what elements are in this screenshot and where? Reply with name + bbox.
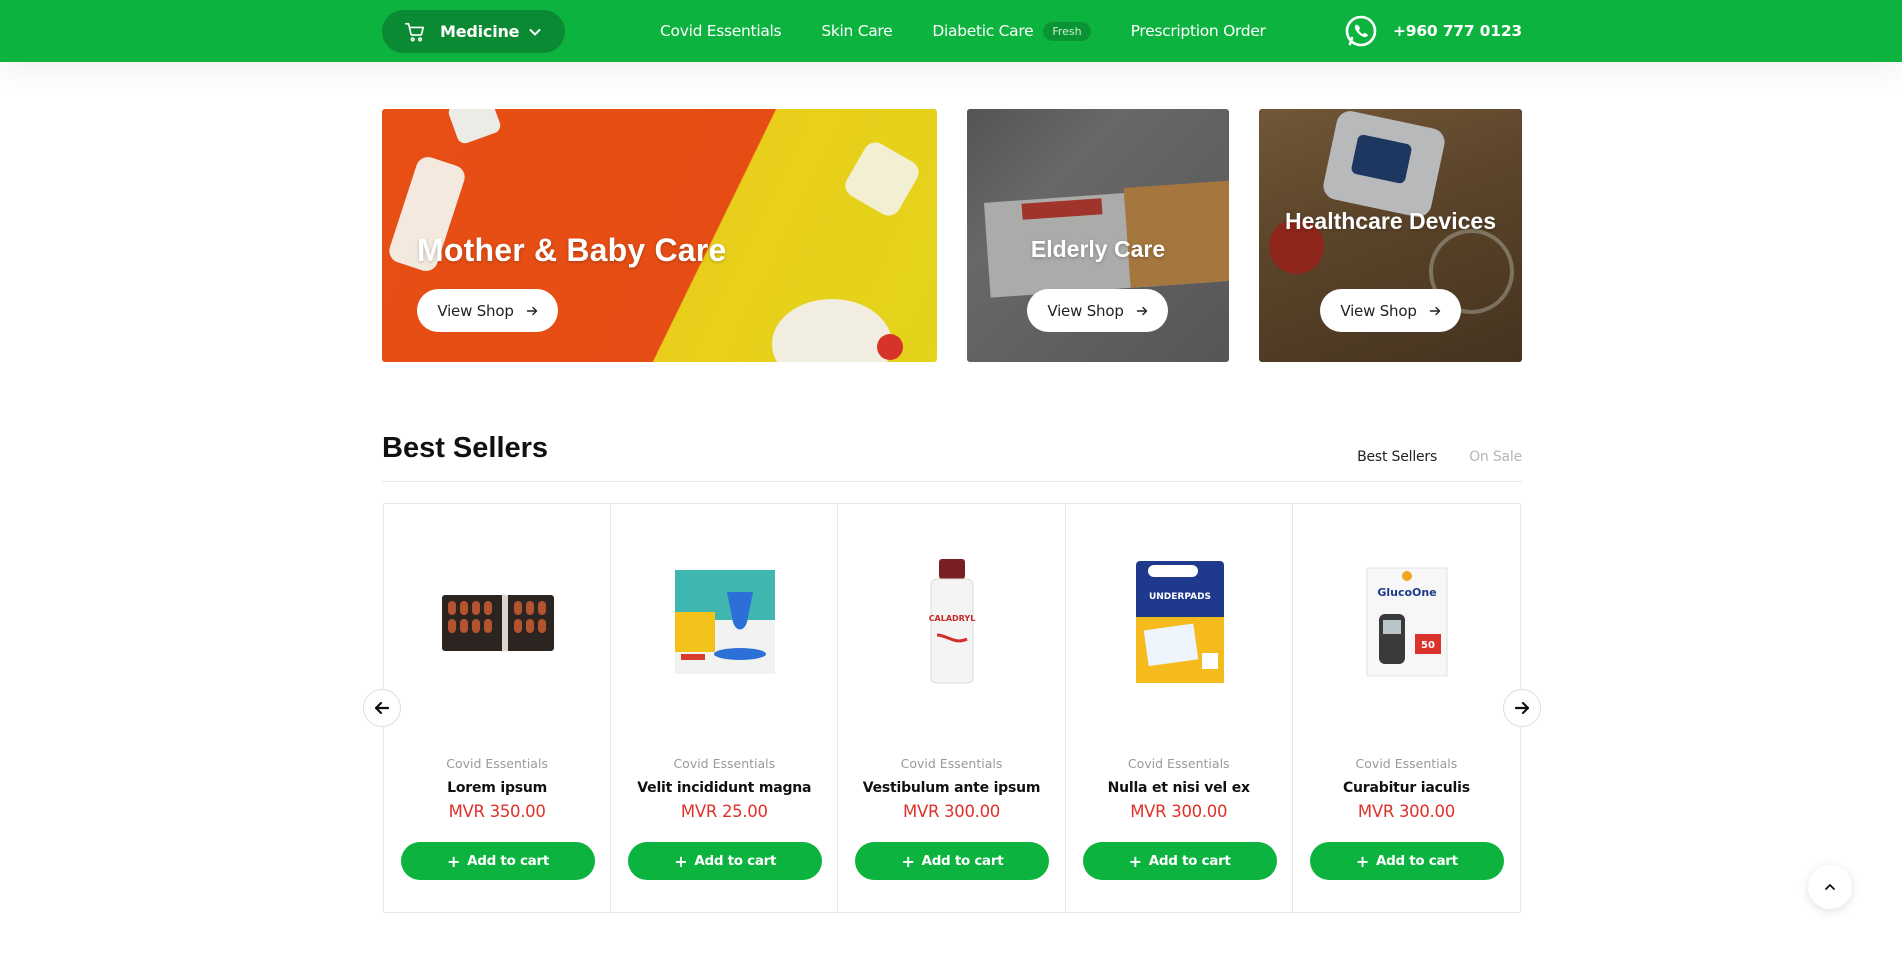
vaporizer-box-image (675, 570, 776, 674)
tab-best-sellers[interactable]: Best Sellers (1357, 449, 1437, 465)
add-to-cart-button[interactable]: + Add to cart (855, 842, 1050, 880)
arrow-right-icon (1136, 306, 1147, 315)
phone-number: +960 777 0123 (1392, 22, 1522, 40)
arrow-right-icon (1429, 306, 1440, 315)
product-price: MVR 300.00 (1130, 802, 1228, 821)
button-label: Add to cart (1148, 853, 1231, 869)
underpads-pack-image: UNDERPADS (1135, 561, 1224, 683)
main-nav: Covid Essentials Skin Care Diabetic Care… (660, 0, 1306, 62)
toy-shape (446, 109, 503, 146)
arrow-left-icon (374, 701, 390, 715)
button-label: Add to cart (694, 853, 777, 869)
capsule-pack-image (442, 595, 554, 651)
fresh-badge: Fresh (1043, 21, 1091, 41)
view-shop-button[interactable]: View Shop (417, 289, 558, 332)
svg-text:GlucoOne: GlucoOne (1377, 586, 1436, 599)
chevron-up-icon (1825, 884, 1835, 890)
product-price: MVR 300.00 (1357, 802, 1455, 821)
view-shop-button[interactable]: View Shop (1027, 289, 1168, 332)
nav-prescription-order[interactable]: Prescription Order (1131, 22, 1266, 40)
pump-shape (841, 138, 923, 220)
product-name[interactable]: Lorem ipsum (384, 780, 610, 796)
category-label: Medicine (440, 22, 520, 41)
carousel-next-button[interactable] (1503, 689, 1541, 727)
product-card[interactable]: Covid Essentials Lorem ipsum MVR 350.00 … (384, 504, 612, 912)
product-category: Covid Essentials (446, 756, 548, 771)
product-card[interactable]: GlucoOne 50 Covid Essentials Curabitur i… (1293, 504, 1520, 912)
plus-icon: + (1128, 851, 1142, 871)
arrow-right-icon (526, 306, 537, 315)
product-card[interactable]: UNDERPADS Covid Essentials Nulla et nisi… (1066, 504, 1293, 912)
add-to-cart-button[interactable]: + Add to cart (628, 842, 823, 880)
plus-icon: + (901, 851, 915, 871)
product-name[interactable]: Nulla et nisi vel ex (1066, 780, 1292, 796)
banner-title: Elderly Care (1030, 236, 1166, 262)
nav-diabetic-care[interactable]: Diabetic Care Fresh (932, 21, 1091, 41)
section-tabs: Best Sellers On Sale (1325, 449, 1522, 465)
product-category: Covid Essentials (900, 756, 1003, 771)
svg-text:UNDERPADS: UNDERPADS (1149, 592, 1211, 602)
nav-label: Skin Care (821, 22, 893, 40)
nav-covid-essentials[interactable]: Covid Essentials (660, 22, 782, 40)
tab-on-sale[interactable]: On Sale (1469, 449, 1522, 465)
button-label: Add to cart (1375, 853, 1458, 869)
product-name[interactable]: Curabitur iaculis (1293, 780, 1520, 796)
product-card[interactable]: CALADRYL Covid Essentials Vestibulum ant… (838, 504, 1066, 912)
product-category: Covid Essentials (1355, 756, 1458, 771)
plus-icon: + (447, 851, 461, 871)
product-price: MVR 25.00 (680, 802, 768, 821)
banner-mother-baby[interactable]: Mother & Baby Care View Shop (382, 109, 937, 362)
sterilizer-shape (772, 299, 892, 362)
add-to-cart-button[interactable]: + Add to cart (1082, 842, 1277, 880)
cart-icon (405, 22, 425, 41)
product-image[interactable]: UNDERPADS (1110, 552, 1250, 692)
button-label: Add to cart (467, 853, 549, 869)
product-carousel: Covid Essentials Lorem ipsum MVR 350.00 … (383, 503, 1521, 913)
cap-shape (877, 334, 903, 360)
plus-icon: + (674, 851, 688, 871)
button-label: Add to cart (921, 853, 1004, 869)
plus-icon: + (1355, 851, 1369, 871)
product-price: MVR 350.00 (448, 802, 546, 821)
product-name[interactable]: Vestibulum ante ipsum (838, 780, 1064, 796)
whatsapp-contact[interactable]: +960 777 0123 (1343, 13, 1522, 49)
nav-label: Diabetic Care (932, 22, 1034, 40)
scroll-to-top-button[interactable] (1808, 865, 1852, 909)
nav-label: Prescription Order (1130, 22, 1266, 40)
nav-label: Covid Essentials (660, 22, 782, 40)
svg-text:CALADRYL: CALADRYL (929, 614, 976, 623)
svg-text:50: 50 (1421, 640, 1435, 651)
product-category: Covid Essentials (673, 756, 776, 771)
section-divider (382, 481, 1522, 482)
product-card[interactable]: Covid Essentials Velit incididunt magna … (611, 504, 839, 912)
arrow-right-icon (1514, 701, 1530, 715)
product-category: Covid Essentials (1127, 756, 1230, 771)
add-to-cart-button[interactable]: + Add to cart (1309, 842, 1504, 880)
product-image[interactable]: GlucoOne 50 (1337, 552, 1477, 692)
glucometer-box-image: GlucoOne 50 (1366, 567, 1448, 677)
whatsapp-icon (1345, 15, 1377, 47)
banner-healthcare-devices[interactable]: Healthcare Devices View Shop (1259, 109, 1522, 362)
button-label: View Shop (437, 301, 514, 320)
caladryl-bottle-image: CALADRYL (929, 559, 976, 684)
add-to-cart-button[interactable]: + Add to cart (401, 842, 595, 880)
button-label: View Shop (1340, 301, 1417, 320)
button-label: View Shop (1047, 301, 1124, 320)
carousel-prev-button[interactable] (363, 689, 401, 727)
product-image[interactable]: CALADRYL (882, 552, 1022, 692)
view-shop-button[interactable]: View Shop (1320, 289, 1461, 332)
top-navbar: Medicine Covid Essentials Skin Care Diab… (0, 0, 1902, 62)
category-dropdown-button[interactable]: Medicine (382, 10, 565, 53)
banner-title: Healthcare Devices (1285, 208, 1496, 234)
section-title: Best Sellers (382, 432, 549, 464)
nav-skin-care[interactable]: Skin Care (821, 22, 892, 40)
product-image[interactable] (428, 552, 568, 692)
product-price: MVR 300.00 (903, 802, 1000, 821)
chevron-down-icon (529, 28, 541, 36)
banner-elderly-care[interactable]: Elderly Care View Shop (967, 109, 1229, 362)
product-name[interactable]: Velit incididunt magna (611, 780, 837, 796)
banner-title: Mother & Baby Care (417, 232, 727, 268)
product-image[interactable] (655, 552, 795, 692)
